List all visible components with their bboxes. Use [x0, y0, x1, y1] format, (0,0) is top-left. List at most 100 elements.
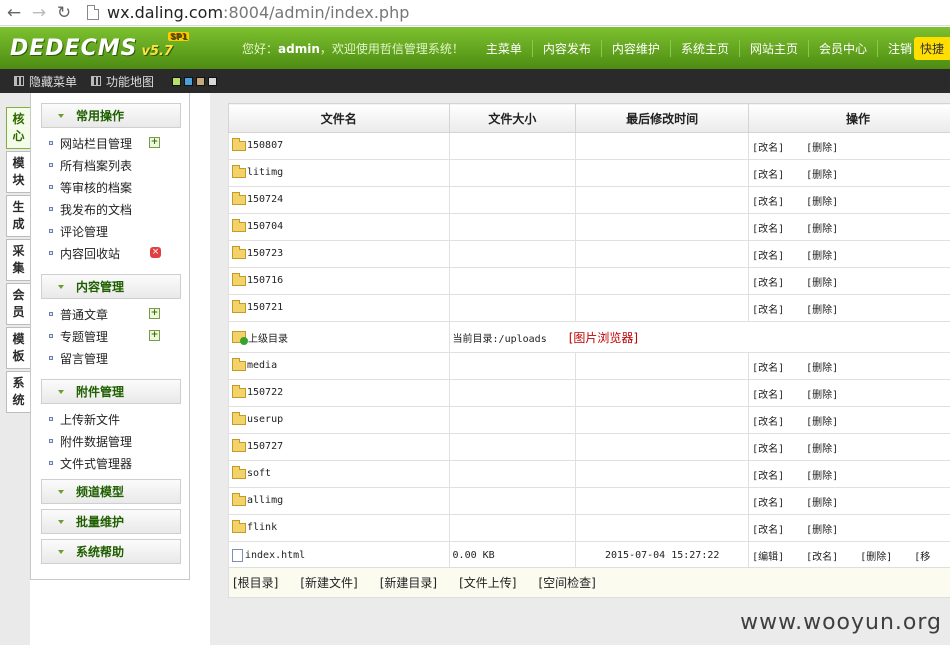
folder-name[interactable]: 150716: [247, 275, 283, 286]
folder-name[interactable]: 150721: [247, 302, 283, 313]
rename-link[interactable]: [改名]: [752, 197, 784, 208]
vtab-1[interactable]: 模块: [6, 151, 30, 193]
quick-button[interactable]: 快捷: [913, 37, 950, 60]
splitter[interactable]: [190, 93, 210, 645]
rename-link[interactable]: [改名]: [752, 278, 784, 289]
sidebar-section-header[interactable]: 批量维护: [41, 509, 181, 534]
folder-name[interactable]: 150807: [247, 140, 283, 151]
address-input[interactable]: wx.daling.com:8004/admin/index.php: [107, 3, 409, 22]
top-menu-system-home[interactable]: 系统主页: [669, 39, 739, 57]
new-file-link[interactable]: [新建文件]: [300, 574, 357, 591]
folder-name[interactable]: 150722: [247, 387, 283, 398]
sidebar-item[interactable]: 专题管理 +: [49, 325, 189, 347]
folder-name[interactable]: media: [247, 360, 277, 371]
parent-dir-link[interactable]: 上级目录: [248, 334, 288, 345]
delete-link[interactable]: [删除]: [860, 552, 892, 563]
delete-link[interactable]: [删除]: [806, 143, 838, 154]
rename-link[interactable]: [改名]: [806, 552, 838, 563]
delete-link[interactable]: [删除]: [806, 444, 838, 455]
rename-link[interactable]: [改名]: [752, 390, 784, 401]
sidebar-item[interactable]: 等审核的档案: [49, 176, 189, 198]
rename-link[interactable]: [改名]: [752, 417, 784, 428]
delete-link[interactable]: [删除]: [806, 197, 838, 208]
folder-name[interactable]: flink: [247, 522, 277, 533]
forward-icon[interactable]: →: [28, 2, 50, 24]
vtab-5[interactable]: 模板: [6, 327, 30, 369]
folder-name[interactable]: userup: [247, 414, 283, 425]
move-link[interactable]: [移: [914, 552, 930, 563]
site-map-button[interactable]: 功能地图: [91, 73, 154, 90]
folder-name[interactable]: 150723: [247, 248, 283, 259]
add-icon[interactable]: +: [149, 137, 160, 148]
folder-name[interactable]: allimg: [247, 495, 283, 506]
rename-link[interactable]: [改名]: [752, 498, 784, 509]
reload-icon[interactable]: ↻: [53, 2, 75, 24]
folder-name[interactable]: 150704: [247, 221, 283, 232]
rename-link[interactable]: [改名]: [752, 525, 784, 536]
skin-swatch[interactable]: [208, 76, 218, 86]
top-menu-site-home[interactable]: 网站主页: [738, 39, 808, 57]
delete-link[interactable]: [删除]: [806, 525, 838, 536]
sidebar-section-header[interactable]: 频道模型: [41, 479, 181, 504]
rename-link[interactable]: [改名]: [752, 471, 784, 482]
rename-link[interactable]: [改名]: [752, 444, 784, 455]
sidebar-item[interactable]: 普通文章 +: [49, 303, 189, 325]
folder-name[interactable]: 150727: [247, 441, 283, 452]
rename-link[interactable]: [改名]: [752, 305, 784, 316]
sidebar-item[interactable]: 内容回收站 ×: [49, 242, 189, 264]
sidebar-item[interactable]: 上传新文件: [49, 408, 189, 430]
sidebar-item[interactable]: 文件式管理器: [49, 452, 189, 474]
delete-link[interactable]: [删除]: [806, 251, 838, 262]
delete-link[interactable]: [删除]: [806, 471, 838, 482]
sidebar-item[interactable]: 评论管理: [49, 220, 189, 242]
vtab-4[interactable]: 会员: [6, 283, 30, 325]
rename-link[interactable]: [改名]: [752, 251, 784, 262]
delete-link[interactable]: [删除]: [806, 417, 838, 428]
skin-swatch[interactable]: [172, 76, 182, 86]
sidebar-section-header[interactable]: 内容管理: [41, 274, 181, 299]
vtab-6[interactable]: 系统: [6, 371, 30, 413]
add-icon[interactable]: +: [149, 330, 160, 341]
delete-link[interactable]: [删除]: [806, 170, 838, 181]
space-check-link[interactable]: [空间检查]: [539, 574, 596, 591]
edit-link[interactable]: [编辑]: [752, 552, 784, 563]
top-menu-publish[interactable]: 内容发布: [531, 39, 601, 57]
skin-swatch[interactable]: [196, 76, 206, 86]
clear-recycle-icon[interactable]: ×: [150, 247, 161, 258]
vtab-2[interactable]: 生成: [6, 195, 30, 237]
folder-name[interactable]: soft: [247, 468, 271, 479]
hide-menu-button[interactable]: 隐藏菜单: [14, 73, 77, 90]
delete-link[interactable]: [删除]: [806, 363, 838, 374]
folder-name[interactable]: litimg: [247, 167, 283, 178]
sidebar-item[interactable]: 附件数据管理: [49, 430, 189, 452]
rename-link[interactable]: [改名]: [752, 224, 784, 235]
rename-link[interactable]: [改名]: [752, 363, 784, 374]
sidebar-item[interactable]: 我发布的文档: [49, 198, 189, 220]
delete-link[interactable]: [删除]: [806, 305, 838, 316]
sidebar-item[interactable]: 所有档案列表: [49, 154, 189, 176]
root-dir-link[interactable]: [根目录]: [233, 574, 278, 591]
add-icon[interactable]: +: [149, 308, 160, 319]
vtab-0[interactable]: 核心: [6, 107, 30, 149]
vtab-3[interactable]: 采集: [6, 239, 30, 281]
sidebar-item[interactable]: 留言管理: [49, 347, 189, 369]
image-browser-link[interactable]: [图片浏览器]: [569, 331, 638, 345]
rename-link[interactable]: [改名]: [752, 143, 784, 154]
delete-link[interactable]: [删除]: [806, 224, 838, 235]
sidebar-section-header[interactable]: 常用操作: [41, 103, 181, 128]
file-name[interactable]: index.html: [245, 550, 305, 561]
folder-name[interactable]: 150724: [247, 194, 283, 205]
delete-link[interactable]: [删除]: [806, 390, 838, 401]
back-icon[interactable]: ←: [3, 2, 25, 24]
sidebar-item[interactable]: 网站栏目管理 +: [49, 132, 189, 154]
top-menu-maintain[interactable]: 内容维护: [600, 39, 670, 57]
sidebar-section-header[interactable]: 附件管理: [41, 379, 181, 404]
delete-link[interactable]: [删除]: [806, 278, 838, 289]
top-menu-main[interactable]: 主菜单: [476, 40, 532, 57]
new-dir-link[interactable]: [新建目录]: [380, 574, 437, 591]
delete-link[interactable]: [删除]: [806, 498, 838, 509]
skin-swatch[interactable]: [184, 76, 194, 86]
upload-file-link[interactable]: [文件上传]: [459, 574, 516, 591]
rename-link[interactable]: [改名]: [752, 170, 784, 181]
top-menu-member-center[interactable]: 会员中心: [807, 39, 877, 57]
